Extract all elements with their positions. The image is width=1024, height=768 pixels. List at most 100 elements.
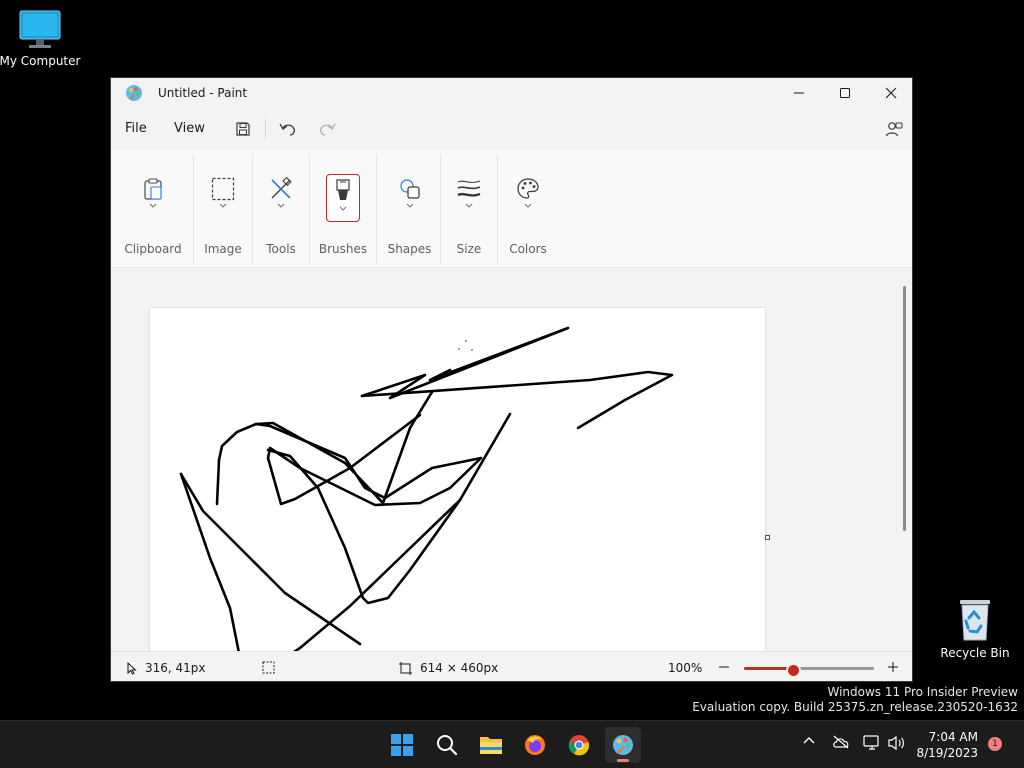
active-app-indicator bbox=[617, 759, 629, 762]
ribbon-group-label: Colors bbox=[509, 242, 547, 256]
canvas-resize-handle[interactable] bbox=[765, 535, 770, 540]
image-select-button[interactable] bbox=[206, 174, 240, 222]
cloud-offline-icon bbox=[833, 735, 849, 749]
account-button[interactable] bbox=[882, 117, 906, 141]
watermark-line: Windows 11 Pro Insider Preview bbox=[827, 685, 1018, 699]
computer-icon bbox=[19, 10, 61, 48]
show-hidden-icons-button[interactable] bbox=[802, 735, 816, 745]
menu-file[interactable]: File bbox=[125, 121, 147, 136]
tools-button[interactable] bbox=[264, 174, 298, 222]
zoom-slider-thumb[interactable] bbox=[786, 663, 801, 678]
desktop-icon-label: Recycle Bin bbox=[940, 646, 1010, 660]
chevron-down-icon bbox=[339, 206, 347, 211]
volume-button[interactable] bbox=[888, 735, 906, 751]
watermark-line: Evaluation copy. Build 25375.zn_release.… bbox=[692, 700, 1018, 714]
ribbon-separator bbox=[252, 154, 253, 264]
maximize-icon bbox=[840, 88, 850, 98]
redo-button[interactable] bbox=[315, 117, 339, 141]
vertical-scrollbar[interactable] bbox=[903, 286, 906, 531]
zoom-level[interactable]: 100% bbox=[668, 661, 702, 675]
menu-view[interactable]: View bbox=[174, 121, 205, 136]
paint-taskbar-button[interactable] bbox=[605, 727, 641, 763]
plus-icon bbox=[888, 662, 898, 672]
account-icon bbox=[885, 122, 903, 137]
clipboard-button[interactable] bbox=[136, 174, 170, 222]
chevron-down-icon bbox=[277, 203, 285, 208]
firefox-button[interactable] bbox=[517, 727, 553, 763]
ribbon-group-shapes[interactable]: Shapes bbox=[381, 150, 438, 268]
ribbon-group-image[interactable]: Image bbox=[197, 150, 249, 268]
selection-icon bbox=[211, 177, 235, 201]
paint-icon bbox=[613, 735, 633, 755]
pointer-icon bbox=[127, 661, 137, 675]
palette-icon bbox=[517, 178, 539, 199]
ribbon-separator bbox=[376, 154, 377, 264]
chevron-down-icon bbox=[406, 203, 413, 208]
undo-button[interactable] bbox=[276, 117, 300, 141]
start-icon bbox=[391, 734, 413, 756]
cursor-position-text: 316, 41px bbox=[145, 661, 206, 675]
desktop-icon-recycle-bin[interactable]: Recycle Bin bbox=[940, 596, 1010, 660]
desktop-icon-my-computer[interactable]: My Computer bbox=[0, 10, 80, 68]
canvas-size-text: 614 × 460px bbox=[420, 661, 499, 675]
zoom-level-text: 100% bbox=[668, 661, 703, 675]
minimize-icon bbox=[794, 92, 804, 94]
ribbon: Clipboard Image Tools Brushes Shapes Siz… bbox=[111, 150, 912, 268]
menu-bar: File View bbox=[111, 108, 912, 150]
zoom-in-button[interactable] bbox=[887, 661, 899, 676]
ribbon-group-clipboard[interactable]: Clipboard bbox=[123, 150, 183, 268]
notification-badge[interactable]: 1 bbox=[988, 737, 1002, 751]
chrome-button[interactable] bbox=[561, 727, 597, 763]
title-bar[interactable]: Untitled - Paint bbox=[111, 78, 912, 108]
onedrive-button[interactable] bbox=[832, 735, 850, 749]
status-bar: 316, 41px 614 × 460px 100% bbox=[111, 651, 912, 681]
ribbon-group-tools[interactable]: Tools bbox=[256, 150, 306, 268]
recycle-bin-icon bbox=[960, 600, 990, 641]
clock[interactable]: 7:04 AM 8/19/2023 bbox=[916, 729, 978, 761]
ribbon-group-label: Tools bbox=[266, 242, 296, 256]
start-button[interactable] bbox=[384, 727, 420, 763]
brushes-button[interactable] bbox=[326, 174, 360, 222]
size-button[interactable] bbox=[452, 174, 486, 222]
save-button[interactable] bbox=[231, 117, 255, 141]
volume-icon bbox=[888, 735, 904, 751]
maximize-button[interactable] bbox=[822, 78, 868, 108]
shapes-button[interactable] bbox=[393, 174, 427, 222]
ribbon-group-brushes[interactable]: Brushes bbox=[313, 150, 373, 268]
colors-button[interactable] bbox=[511, 174, 545, 222]
undo-icon bbox=[279, 123, 295, 136]
paint-app-icon bbox=[126, 85, 142, 101]
taskbar: 7:04 AM 8/19/2023 1 bbox=[0, 720, 1024, 768]
close-button[interactable] bbox=[868, 78, 912, 108]
ribbon-group-label: Size bbox=[456, 242, 482, 256]
ribbon-group-label: Shapes bbox=[387, 242, 432, 256]
search-button[interactable] bbox=[429, 727, 465, 763]
network-button[interactable] bbox=[863, 735, 881, 751]
ribbon-group-size[interactable]: Size bbox=[444, 150, 494, 268]
firefox-icon bbox=[525, 735, 545, 755]
chevron-down-icon bbox=[524, 203, 532, 208]
canvas-drawing bbox=[179, 326, 674, 651]
zoom-slider[interactable] bbox=[744, 663, 874, 678]
chevron-down-icon bbox=[465, 203, 473, 208]
ribbon-group-label: Clipboard bbox=[124, 242, 182, 256]
canvas-size-icon bbox=[399, 661, 412, 675]
network-icon bbox=[863, 735, 879, 750]
minus-icon bbox=[719, 666, 729, 668]
brush-icon bbox=[336, 179, 350, 200]
canvas-workspace[interactable] bbox=[111, 268, 912, 651]
ribbon-separator bbox=[440, 154, 441, 264]
ribbon-group-colors[interactable]: Colors bbox=[501, 150, 555, 268]
canvas-size: 614 × 460px bbox=[399, 661, 498, 675]
shapes-icon bbox=[399, 179, 420, 199]
ribbon-separator bbox=[309, 154, 310, 264]
watermark: Windows 11 Pro Insider Preview Evaluatio… bbox=[692, 685, 1018, 715]
menu-separator bbox=[265, 119, 266, 139]
drawing-canvas[interactable] bbox=[150, 308, 765, 651]
minimize-button[interactable] bbox=[776, 78, 822, 108]
file-explorer-button[interactable] bbox=[473, 727, 509, 763]
redo-icon bbox=[320, 123, 336, 136]
chrome-icon bbox=[568, 735, 590, 756]
zoom-out-button[interactable] bbox=[718, 661, 730, 676]
ribbon-group-label: Brushes bbox=[318, 242, 368, 256]
